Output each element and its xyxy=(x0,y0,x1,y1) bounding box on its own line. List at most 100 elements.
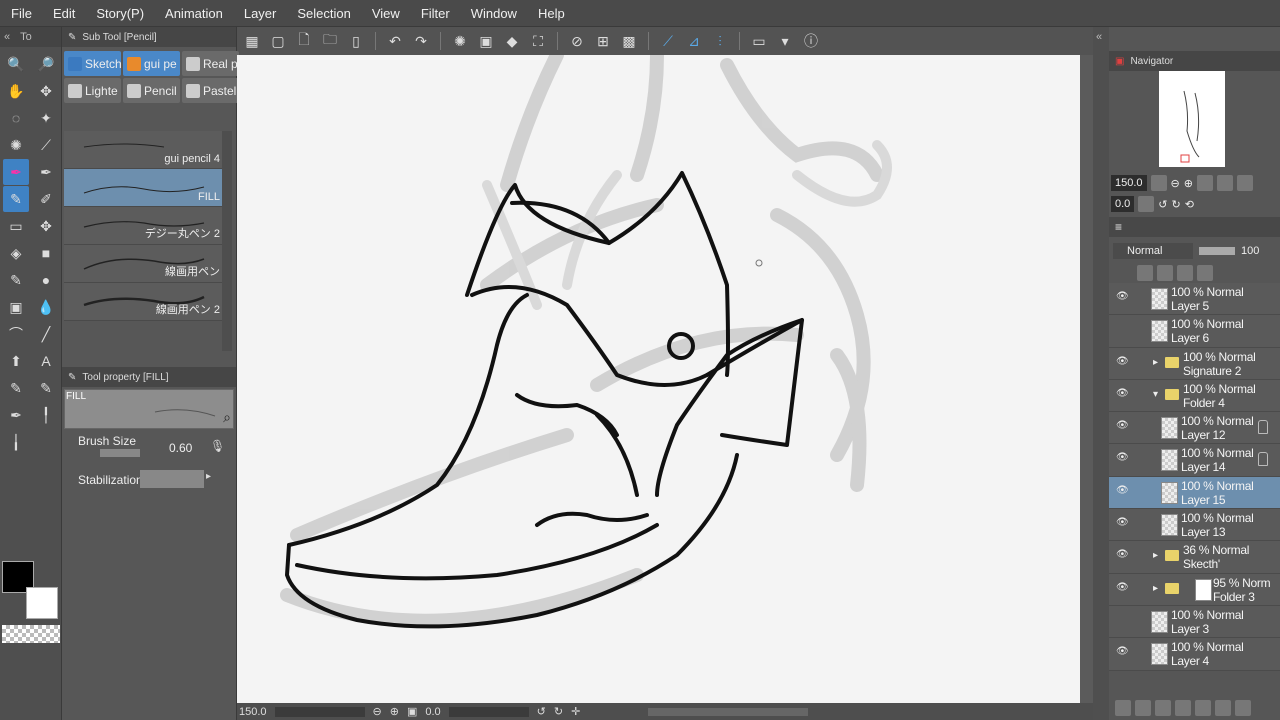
layer-row[interactable]: 👁 ▸ 95 % Norm Folder 3 xyxy=(1109,573,1280,606)
blend-icon[interactable]: ✥ xyxy=(33,213,59,239)
brush-icon[interactable]: ✎ xyxy=(3,267,29,293)
pressure-icon[interactable]: 🎙 xyxy=(210,439,225,453)
opacity-slider[interactable] xyxy=(1199,247,1235,255)
brush-item[interactable]: 線画用ペン 2 xyxy=(64,283,222,321)
arrow-icon[interactable]: ⬆ xyxy=(3,348,29,374)
flip-horizontal-icon[interactable] xyxy=(1216,175,1233,191)
rotate-right-icon[interactable]: ↻ xyxy=(554,705,563,718)
brush-item[interactable]: gui pencil 4 xyxy=(64,131,222,169)
layer-row[interactable]: 👁 100 % Normal Layer 12 xyxy=(1109,412,1280,445)
menu-item-edit[interactable]: Edit xyxy=(42,0,85,27)
brush-red-icon[interactable]: ✎ xyxy=(33,375,59,401)
pen-icon[interactable]: ✒ xyxy=(3,159,29,185)
line-icon[interactable]: ╱ xyxy=(33,321,59,347)
menu-item-layer[interactable]: Layer xyxy=(233,0,287,27)
snap-ruler-icon[interactable]: ⟋ xyxy=(657,30,679,52)
fill-bucket-icon[interactable]: ◈ xyxy=(3,240,29,266)
brush-item[interactable]: 線画用ペン xyxy=(64,245,222,283)
rotate-right-icon[interactable]: ↻ xyxy=(1172,198,1181,211)
sub-color-swatch[interactable] xyxy=(26,587,58,619)
ruler-icon[interactable]: ▣ xyxy=(3,294,29,320)
opacity-value[interactable]: 100 xyxy=(1241,245,1259,257)
flip-icon[interactable]: ✛ xyxy=(571,705,580,718)
menu-item-file[interactable]: File xyxy=(0,0,42,27)
eye-icon[interactable]: 👁 xyxy=(1116,582,1129,592)
eye-icon[interactable]: 👁 xyxy=(1116,518,1129,528)
lock-icon[interactable] xyxy=(1177,265,1193,281)
gradient-icon[interactable]: ■ xyxy=(33,240,59,266)
eraser-icon[interactable]: ✐ xyxy=(33,186,59,212)
layers-icon[interactable]: ≡ xyxy=(1115,220,1122,234)
alpha-lock-icon[interactable] xyxy=(1197,265,1213,281)
navigator-rotation-value[interactable]: 0.0 xyxy=(1111,196,1135,212)
brush-list-scrollbar[interactable] xyxy=(222,131,232,351)
chevron-right-icon[interactable]: ▸ xyxy=(1153,583,1158,594)
menu-item-filter[interactable]: Filter xyxy=(410,0,460,27)
menu-item-storyp[interactable]: Story(P) xyxy=(85,0,154,27)
rotation-slider-icon[interactable] xyxy=(1138,196,1155,212)
magic-wand-icon[interactable]: ✦ xyxy=(33,105,59,131)
crop-icon[interactable]: ⊞ xyxy=(592,30,614,52)
layer-row[interactable]: 100 % Normal Layer 3 xyxy=(1109,605,1280,639)
sparkle-icon[interactable]: ✺ xyxy=(3,132,29,158)
chevron-right-icon[interactable]: ▸ xyxy=(1153,357,1158,368)
eye-icon[interactable]: 👁 xyxy=(1116,453,1129,463)
drawing-canvas[interactable] xyxy=(237,55,1080,703)
menu-item-help[interactable]: Help xyxy=(527,0,575,27)
reference-icon[interactable] xyxy=(1157,265,1173,281)
collapse-icon[interactable]: « xyxy=(4,31,10,43)
search-icon[interactable]: ⌕ xyxy=(223,409,231,426)
canvas-vertical-scrollbar[interactable] xyxy=(1080,55,1093,703)
eyedropper-icon[interactable]: ⟋ xyxy=(33,132,59,158)
redo-icon[interactable]: ↷ xyxy=(410,30,432,52)
eye-icon[interactable] xyxy=(1116,616,1128,624)
text-icon[interactable]: 💧 xyxy=(33,294,59,320)
transform-icon[interactable]: ⛶ xyxy=(527,30,549,52)
eye-icon[interactable] xyxy=(1116,325,1128,333)
rotation-value[interactable]: 0.0 xyxy=(425,706,440,718)
blend-mode-select[interactable]: Normal xyxy=(1113,243,1193,259)
canvas-horizontal-scrollbar[interactable] xyxy=(648,707,809,716)
screen-icon[interactable]: ▭ xyxy=(748,30,770,52)
frame-icon[interactable]: ▢ xyxy=(267,30,289,52)
layer-row[interactable]: 100 % Normal Layer 6 xyxy=(1109,315,1280,348)
clip-icon[interactable] xyxy=(1137,265,1153,281)
save-icon[interactable]: ▯ xyxy=(345,30,367,52)
stabilization-slider[interactable] xyxy=(140,470,204,488)
brush-size-slider[interactable] xyxy=(100,449,140,457)
layer-row[interactable]: 👁 ▾ 100 % Normal Folder 4 xyxy=(1109,379,1280,413)
balloon-icon[interactable]: A xyxy=(33,348,59,374)
expand-icon[interactable]: ▸ xyxy=(206,471,211,482)
hand-icon[interactable]: ✋ xyxy=(3,78,29,104)
eye-icon[interactable]: 👁 xyxy=(1116,647,1129,657)
eye-icon[interactable]: 👁 xyxy=(1116,388,1129,398)
lock-icon[interactable] xyxy=(1258,420,1268,435)
merge-down-icon[interactable] xyxy=(1195,700,1211,716)
open-file-icon[interactable]: 🗀 xyxy=(319,30,341,52)
menu-item-selection[interactable]: Selection xyxy=(286,0,360,27)
layer-row[interactable]: 👁 ▸ 36 % Normal Skecth' xyxy=(1109,541,1280,574)
sub-tool-tab[interactable]: Real p xyxy=(182,51,239,76)
ink-icon[interactable]: ● xyxy=(33,267,59,293)
chevron-down-icon[interactable]: ▾ xyxy=(1153,389,1158,400)
brush-alt-icon[interactable]: ✎ xyxy=(3,375,29,401)
fill-icon[interactable]: ▣ xyxy=(475,30,497,52)
new-raster-layer-icon[interactable] xyxy=(1115,700,1131,716)
eraser-alt-icon[interactable]: ▭ xyxy=(3,213,29,239)
zoom-slider[interactable] xyxy=(274,706,365,717)
new-file-icon[interactable]: 🗋 xyxy=(293,30,315,52)
sub-tool-tab[interactable]: Pencil xyxy=(123,78,180,103)
pen-alt-icon[interactable]: ✒ xyxy=(33,159,59,185)
pin-icon[interactable]: ✒ xyxy=(3,402,29,428)
lock-icon[interactable] xyxy=(1258,452,1268,467)
mask-icon[interactable] xyxy=(1215,700,1231,716)
info-icon[interactable]: ⓘ xyxy=(800,30,822,52)
transparent-color-swatch[interactable] xyxy=(2,625,60,643)
layer-row[interactable]: 👁 100 % Normal Layer 4 xyxy=(1109,638,1280,671)
menu-item-view[interactable]: View xyxy=(361,0,410,27)
rotation-slider[interactable] xyxy=(448,706,529,717)
snap-special-ruler-icon[interactable]: ⊿ xyxy=(683,30,705,52)
eraser-icon[interactable]: ◆ xyxy=(501,30,523,52)
delete-layer-icon[interactable] xyxy=(1235,700,1251,716)
layer-row[interactable]: 👁 100 % Normal Layer 15 xyxy=(1109,476,1280,510)
